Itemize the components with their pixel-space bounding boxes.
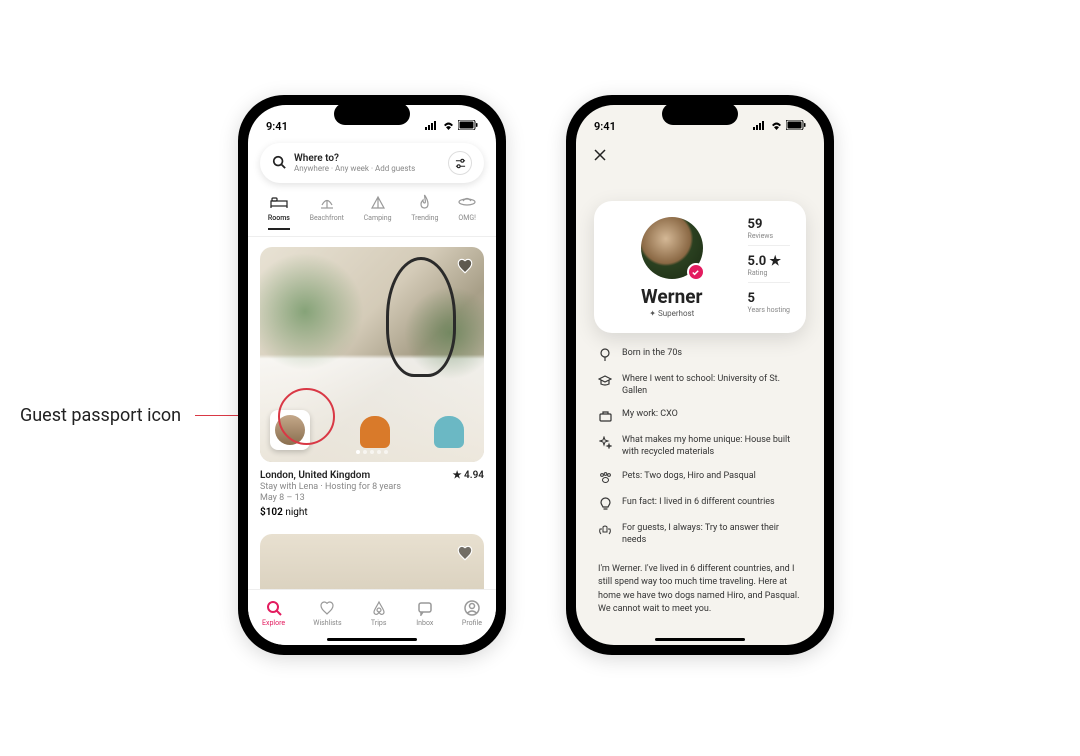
battery-icon [458,120,478,133]
nav-label: Profile [462,619,482,627]
briefcase-icon [598,409,612,423]
ufo-icon [458,193,476,211]
host-bio: I'm Werner. I've lived in 6 different co… [576,557,824,617]
status-icons [425,120,478,133]
annotation-label: Guest passport icon [20,405,181,426]
tent-icon [369,193,387,211]
home-indicator [655,638,745,641]
iphone-notch [662,103,738,125]
detail-work: My work: CXO [598,408,802,423]
nav-inbox[interactable]: Inbox [416,599,434,627]
nav-profile[interactable]: Profile [462,599,482,627]
host-name: Werner [641,285,702,308]
category-tabs: Rooms Beachfront Camping Trending OMG! [248,193,496,237]
listing-image-next[interactable] [260,534,484,597]
category-tab-camping[interactable]: Camping [364,193,392,230]
detail-pets: Pets: Two dogs, Hiro and Pasqual [598,470,802,485]
nav-label: Inbox [416,619,433,627]
years-label: Years hosting [748,306,790,314]
rating-value: 5.0 ★ [748,254,790,269]
superhost-label: ✦ Superhost [649,309,694,318]
listing-price: $102 night [260,507,484,518]
paw-icon [598,471,612,485]
flame-icon [416,193,434,211]
nav-label: Wishlists [313,619,341,627]
listing-decor-chair [434,416,464,448]
lightbulb-icon [598,497,612,511]
category-label: Trending [411,214,438,222]
category-label: Rooms [268,214,290,222]
category-tab-beachfront[interactable]: Beachfront [310,193,344,230]
heart-icon [318,599,336,617]
listing-decor-staircase [386,257,456,377]
host-card: Werner ✦ Superhost 59 Reviews 5.0 ★ Rati… [594,201,806,333]
category-label: OMG! [458,214,476,222]
listing-location: London, United Kingdom [260,470,370,481]
nav-wishlists[interactable]: Wishlists [313,599,341,627]
listing-rating: ★ 4.94 [453,470,484,481]
airbnb-icon [370,599,388,617]
nav-label: Trips [371,619,387,627]
nav-explore[interactable]: Explore [262,599,285,627]
bed-icon [270,193,288,211]
beach-icon [318,193,336,211]
rating-label: Rating [748,269,790,277]
detail-guests: For guests, I always: Try to answer thei… [598,522,802,546]
balloon-icon [598,348,612,362]
host-details-list: Born in the 70s Where I went to school: … [576,347,824,546]
listing-decor-chair [360,416,390,448]
phone-mockup-host-profile: 9:41 Werner ✦ Superhost [566,95,834,655]
status-icons [753,120,806,133]
category-tab-rooms[interactable]: Rooms [268,193,290,230]
signal-icon [753,120,767,133]
reviews-label: Reviews [748,232,790,240]
battery-icon [786,120,806,133]
wishlist-heart-button[interactable] [454,255,476,277]
graduation-icon [598,374,612,388]
wishlist-heart-button[interactable] [454,542,476,564]
iphone-notch [334,103,410,125]
reviews-count: 59 [748,217,790,232]
detail-school: Where I went to school: University of St… [598,373,802,397]
nav-label: Explore [262,619,285,627]
search-bar[interactable]: Where to? Anywhere · Any week · Add gues… [260,143,484,183]
close-button[interactable] [590,145,610,165]
hands-icon [598,523,612,537]
search-icon [272,154,286,173]
sparkle-icon [598,435,612,449]
phone-mockup-explore: 9:41 Where to? Anywhere · Any week · Add… [238,95,506,655]
years-hosting: 5 [748,291,790,306]
status-time: 9:41 [594,120,616,133]
detail-funfact: Fun fact: I lived in 6 different countri… [598,496,802,511]
search-icon [265,599,283,617]
chat-icon [416,599,434,617]
filter-button[interactable] [448,151,472,175]
user-icon [463,599,481,617]
listing-dates: May 8 – 13 [260,493,484,503]
detail-unique: What makes my home unique: House built w… [598,434,802,458]
home-indicator [327,638,417,641]
verified-badge-icon [687,263,705,281]
carousel-dots [356,450,388,454]
status-time: 9:41 [266,120,288,133]
annotation-highlight-circle [278,388,335,445]
bottom-nav: Explore Wishlists Trips Inbox Profile [248,589,496,645]
category-label: Beachfront [310,214,344,222]
search-subtitle: Anywhere · Any week · Add guests [294,164,440,173]
category-label: Camping [364,214,392,222]
category-tab-trending[interactable]: Trending [411,193,438,230]
listing-host: Stay with Lena · Hosting for 8 years [260,482,484,492]
wifi-icon [442,120,455,133]
nav-trips[interactable]: Trips [370,599,388,627]
detail-born: Born in the 70s [598,347,802,362]
wifi-icon [770,120,783,133]
signal-icon [425,120,439,133]
search-title: Where to? [294,153,440,164]
category-tab-omg[interactable]: OMG! [458,193,476,230]
